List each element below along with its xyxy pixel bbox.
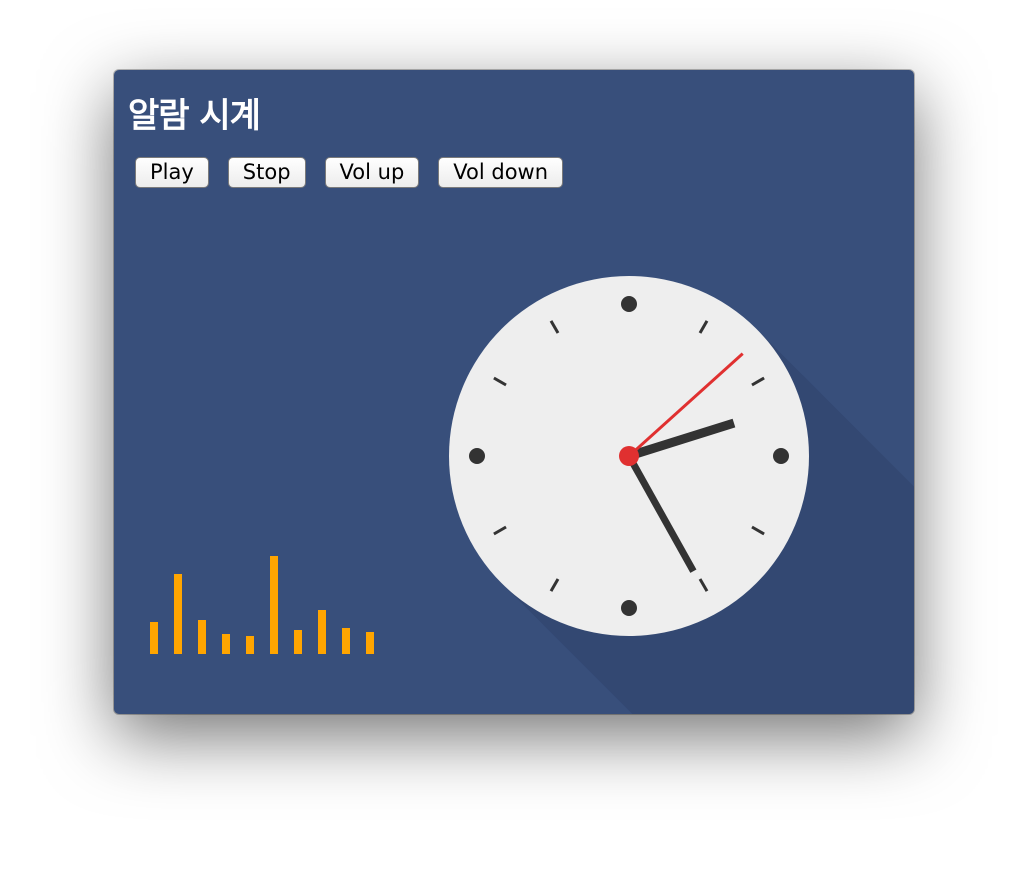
visualizer-bar: [246, 636, 254, 654]
visualizer-bar: [198, 620, 206, 654]
hour-dot: [621, 600, 637, 616]
visualizer-bar: [366, 632, 374, 654]
visualizer-bar: [174, 574, 182, 654]
visualizer-bar: [270, 556, 278, 654]
hour-dot: [469, 448, 485, 464]
hour-dot: [621, 296, 637, 312]
audio-visualizer: [150, 556, 374, 654]
visualizer-bar: [318, 610, 326, 654]
visualizer-bar: [222, 634, 230, 654]
visualizer-bar: [342, 628, 350, 654]
visualizer-bar: [294, 630, 302, 654]
app-window: 알람 시계 Play Stop Vol up Vol down: [114, 70, 914, 714]
clock-center-pin: [619, 446, 639, 466]
clock-scene: [150, 276, 914, 714]
hour-dot: [773, 448, 789, 464]
visualizer-bar: [150, 622, 158, 654]
